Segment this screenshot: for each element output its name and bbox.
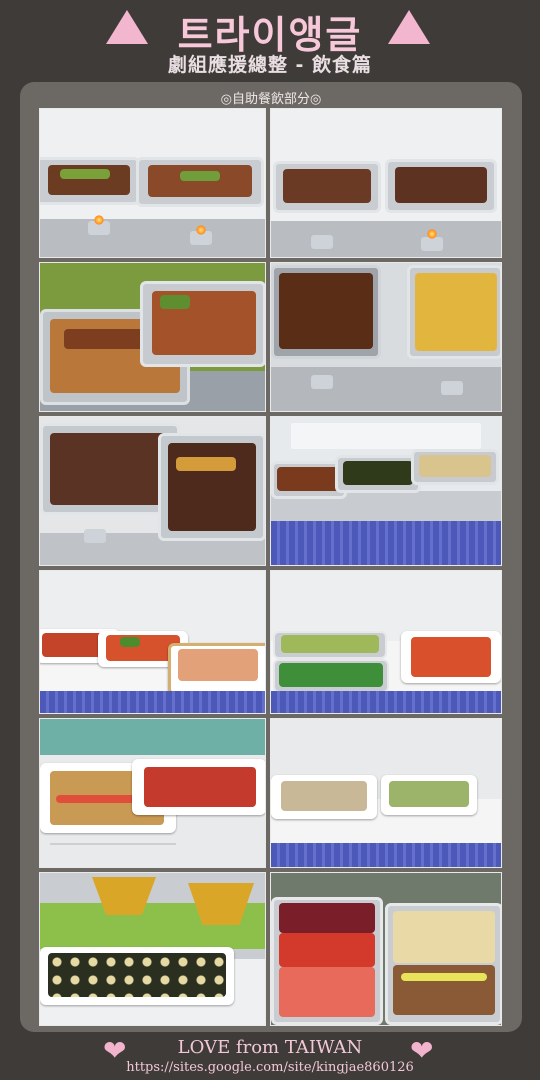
- photo-platters-on-counter-1: [39, 570, 266, 714]
- photo-chafing-dishes-sliced-meat: [39, 416, 266, 566]
- photo-fruit-and-dessert-trays: [270, 872, 502, 1026]
- photo-platters-vegetables: [270, 570, 502, 714]
- photo-platters-on-counter-2: [270, 718, 502, 868]
- photo-chafing-dishes-2: [270, 108, 502, 258]
- header: 트라이앵글 劇組應援總整 - 飲食篇: [0, 0, 540, 82]
- footer-url[interactable]: https://sites.google.com/site/kingjae860…: [0, 1060, 540, 1075]
- footer-title: LOVE from TAIWAN: [177, 1037, 363, 1058]
- photo-chafing-dishes-green-wall: [39, 262, 266, 412]
- page-subtitle: 劇組應援總整 - 飲食篇: [167, 54, 373, 76]
- photo-chafing-dishes-1: [39, 108, 266, 258]
- photo-kimbap-and-bowls: [39, 872, 266, 1026]
- photo-buffet-line-blue-skirt: [270, 416, 502, 566]
- photo-platters-sandwiches: [39, 718, 266, 868]
- photo-chafing-dishes-meat-potato: [270, 262, 502, 412]
- section-label: ◎自助餐飲部分◎: [220, 92, 322, 107]
- photo-panel: ◎自助餐飲部分◎: [20, 82, 522, 1032]
